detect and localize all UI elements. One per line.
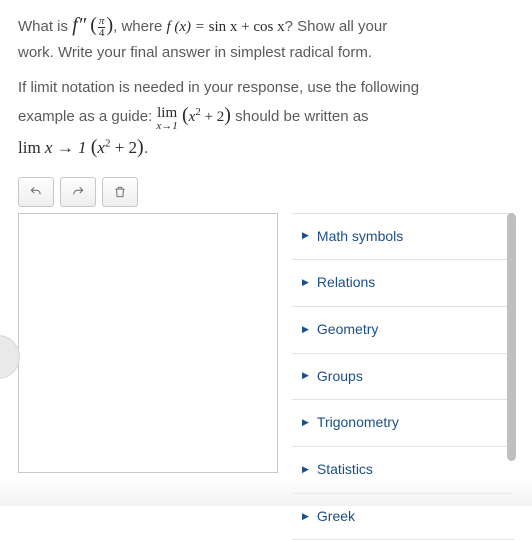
palette-relations[interactable]: ▶ Relations — [292, 260, 514, 307]
limit-stack: lim x→1 — [156, 106, 177, 132]
chevron-right-icon: ▶ — [302, 323, 309, 337]
plus-2: + 2 — [201, 109, 224, 125]
fx-eq: f (x) = — [166, 19, 208, 35]
chevron-right-icon: ▶ — [302, 416, 309, 430]
editor-toolbar — [18, 177, 514, 207]
palette-label: Math symbols — [317, 226, 403, 248]
sin-cos: sin x + cos x — [209, 19, 285, 35]
palette-math-symbols[interactable]: ▶ Math symbols — [292, 213, 514, 261]
redo-icon — [71, 185, 85, 199]
palette-trigonometry[interactable]: ▶ Trigonometry — [292, 400, 514, 447]
palette-label: Groups — [317, 366, 363, 388]
palette-label: Relations — [317, 272, 375, 294]
question-line-1: What is f″ (π4), where f (x) = sin x + c… — [18, 10, 514, 41]
palette-label: Greek — [317, 506, 355, 528]
paren: ) — [137, 136, 144, 158]
chevron-right-icon: ▶ — [302, 229, 309, 243]
answer-editor[interactable] — [18, 213, 278, 473]
palette-geometry[interactable]: ▶ Geometry — [292, 307, 514, 354]
question-line-3: If limit notation is needed in your resp… — [18, 76, 514, 99]
chevron-right-icon: ▶ — [302, 510, 309, 524]
plus-2: + 2 — [110, 138, 137, 157]
paren-open: ( — [90, 14, 97, 36]
lim: lim — [18, 138, 45, 157]
question-line-2: work. Write your final answer in simples… — [18, 41, 514, 64]
trash-icon — [113, 185, 127, 199]
undo-icon — [29, 185, 43, 199]
side-nav-ghost — [0, 335, 20, 379]
bottom-fade — [0, 478, 532, 506]
undo-button[interactable] — [18, 177, 54, 207]
question-line-5: lim x → 1 (x2 + 2). — [18, 132, 514, 163]
x: x — [97, 138, 105, 157]
palette-label: Trigonometry — [317, 412, 399, 434]
palette-groups[interactable]: ▶ Groups — [292, 354, 514, 401]
x-arrow-1: x → 1 — [45, 138, 91, 157]
redo-button[interactable] — [60, 177, 96, 207]
f-double-prime: f″ — [72, 14, 86, 36]
text: where — [121, 18, 166, 35]
period: . — [144, 138, 149, 157]
chevron-right-icon: ▶ — [302, 463, 309, 477]
text: What is — [18, 18, 72, 35]
text: example as a guide: — [18, 108, 156, 125]
palette-scrollbar[interactable] — [507, 213, 516, 461]
paren: ) — [224, 104, 231, 126]
question-line-4: example as a guide: lim x→1 (x2 + 2) sho… — [18, 100, 514, 132]
palette-label: Geometry — [317, 319, 378, 341]
text: ? Show all your — [285, 18, 388, 35]
question-block: What is f″ (π4), where f (x) = sin x + c… — [18, 10, 514, 163]
chevron-right-icon: ▶ — [302, 369, 309, 383]
chevron-right-icon: ▶ — [302, 276, 309, 290]
text: should be written as — [235, 108, 368, 125]
paren: ( — [182, 104, 189, 126]
delete-button[interactable] — [102, 177, 138, 207]
pi-over-4: π4 — [98, 16, 106, 39]
